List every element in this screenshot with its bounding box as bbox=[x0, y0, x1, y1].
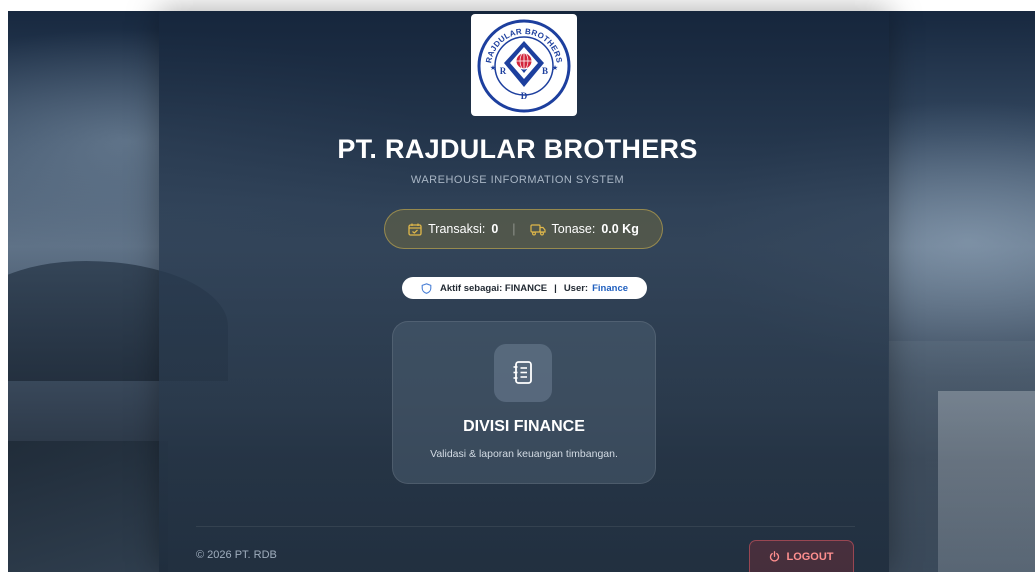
transaksi-value: 0 bbox=[491, 222, 499, 236]
svg-text:★: ★ bbox=[490, 64, 496, 72]
division-title: DIVISI FINANCE bbox=[463, 418, 585, 435]
background-roof bbox=[8, 441, 168, 572]
svg-text:R: R bbox=[500, 66, 507, 76]
user-name: Finance bbox=[592, 282, 629, 294]
stats-separator: | bbox=[512, 222, 516, 236]
shield-icon bbox=[421, 282, 432, 294]
user-label: User: bbox=[563, 282, 589, 294]
division-description: Validasi & laporan keuangan timbangan. bbox=[430, 448, 618, 460]
logout-button[interactable]: LOGOUT bbox=[749, 540, 854, 572]
truck-icon bbox=[529, 223, 546, 235]
company-logo: RAJDULAR BROTHERS R D B ★ ★ bbox=[471, 14, 577, 116]
transaksi-stat: Transaksi: 0 bbox=[408, 222, 498, 236]
role-separator: | bbox=[554, 282, 557, 294]
notebook-list-icon bbox=[494, 344, 552, 402]
svg-text:★: ★ bbox=[552, 64, 558, 72]
summary-stats-pill: Transaksi: 0 | Tonase: 0.0 Kg bbox=[384, 209, 663, 249]
background-building bbox=[938, 391, 1035, 572]
tonase-value: 0.0 Kg bbox=[601, 222, 639, 236]
copyright-text: © 2026 PT. RDB bbox=[196, 549, 277, 561]
tonase-stat: Tonase: 0.0 Kg bbox=[529, 222, 639, 236]
active-role-badge: Aktif sebagai: FINANCE | User: Finance bbox=[402, 277, 647, 299]
active-role-label: Aktif sebagai: FINANCE bbox=[439, 282, 548, 294]
svg-text:D: D bbox=[521, 91, 528, 101]
division-finance-card[interactable]: DIVISI FINANCE Validasi & laporan keuang… bbox=[392, 321, 656, 484]
footer-divider bbox=[196, 526, 855, 527]
power-icon bbox=[770, 551, 780, 562]
rdb-logo-emblem: RAJDULAR BROTHERS R D B ★ ★ bbox=[477, 19, 571, 113]
calendar-check-icon bbox=[408, 223, 422, 236]
transaksi-label: Transaksi: bbox=[428, 222, 486, 236]
svg-text:B: B bbox=[542, 66, 548, 76]
system-subtitle: WAREHOUSE INFORMATION SYSTEM bbox=[410, 174, 625, 186]
tonase-label: Tonase: bbox=[551, 222, 596, 236]
company-title: PT. RAJDULAR BROTHERS bbox=[337, 134, 698, 164]
logout-label: LOGOUT bbox=[786, 550, 834, 563]
